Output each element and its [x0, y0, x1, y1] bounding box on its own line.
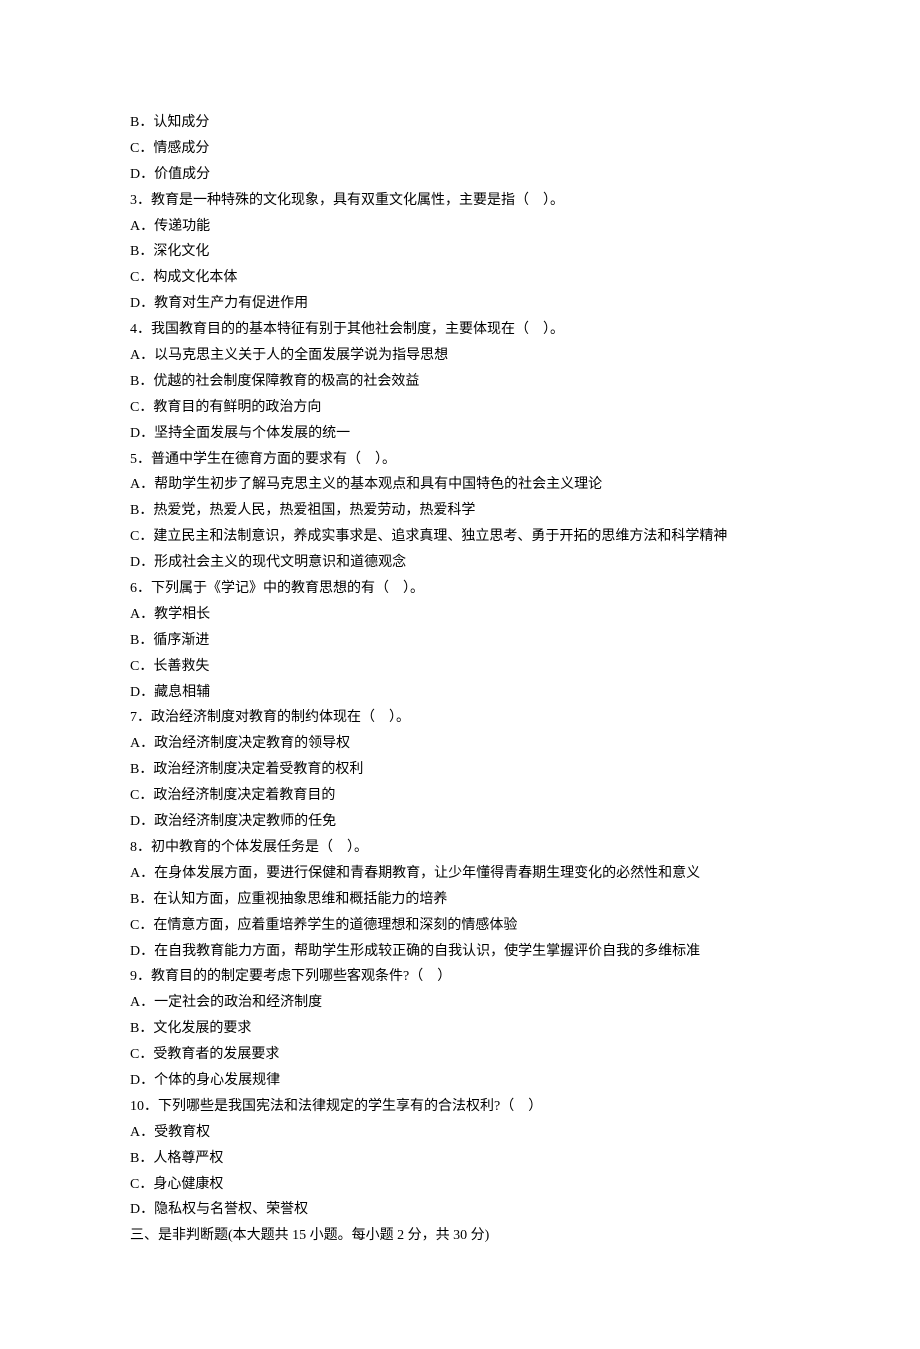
text-line: 10．下列哪些是我国宪法和法律规定的学生享有的合法权利?（ ） [130, 1094, 800, 1120]
text-line: 4．我国教育目的的基本特征有别于其他社会制度，主要体现在（ ）。 [130, 317, 800, 343]
text-line: B．循序渐进 [130, 628, 800, 654]
text-line: A．帮助学生初步了解马克思主义的基本观点和具有中国特色的社会主义理论 [130, 472, 800, 498]
text-line: A．以马克思主义关于人的全面发展学说为指导思想 [130, 343, 800, 369]
text-line: 7．政治经济制度对教育的制约体现在（ ）。 [130, 705, 800, 731]
text-line: B．热爱党，热爱人民，热爱祖国，热爱劳动，热爱科学 [130, 498, 800, 524]
text-line: A．在身体发展方面，要进行保健和青春期教育，让少年懂得青春期生理变化的必然性和意… [130, 861, 800, 887]
text-line: C．政治经济制度决定着教育目的 [130, 783, 800, 809]
text-line: C．身心健康权 [130, 1172, 800, 1198]
text-line: B．深化文化 [130, 239, 800, 265]
text-line: A．政治经济制度决定教育的领导权 [130, 731, 800, 757]
text-line: D．隐私权与名誉权、荣誉权 [130, 1197, 800, 1223]
text-line: D．个体的身心发展规律 [130, 1068, 800, 1094]
text-line: D．藏息相辅 [130, 680, 800, 706]
text-line: C．长善救失 [130, 654, 800, 680]
text-line: B．人格尊严权 [130, 1146, 800, 1172]
text-line: B．政治经济制度决定着受教育的权利 [130, 757, 800, 783]
text-line: A．一定社会的政治和经济制度 [130, 990, 800, 1016]
text-line: D．形成社会主义的现代文明意识和道德观念 [130, 550, 800, 576]
text-line: 3．教育是一种特殊的文化现象，具有双重文化属性，主要是指（ ）。 [130, 188, 800, 214]
text-line: C．情感成分 [130, 136, 800, 162]
text-line: C．教育目的有鲜明的政治方向 [130, 395, 800, 421]
text-line: D．政治经济制度决定教师的任免 [130, 809, 800, 835]
document-body: B．认知成分 C．情感成分 D．价值成分 3．教育是一种特殊的文化现象，具有双重… [130, 110, 800, 1249]
text-line: B．文化发展的要求 [130, 1016, 800, 1042]
text-line: C．受教育者的发展要求 [130, 1042, 800, 1068]
text-line: B．优越的社会制度保障教育的极高的社会效益 [130, 369, 800, 395]
text-line: 8．初中教育的个体发展任务是（ ）。 [130, 835, 800, 861]
text-line: D．在自我教育能力方面，帮助学生形成较正确的自我认识，使学生掌握评价自我的多维标… [130, 939, 800, 965]
text-line: A．教学相长 [130, 602, 800, 628]
text-line: A．受教育权 [130, 1120, 800, 1146]
text-line: C．在情意方面，应着重培养学生的道德理想和深刻的情感体验 [130, 913, 800, 939]
text-line: 9．教育目的的制定要考虑下列哪些客观条件?（ ） [130, 964, 800, 990]
text-line: 三、是非判断题(本大题共 15 小题。每小题 2 分，共 30 分) [130, 1223, 800, 1249]
text-line: D．价值成分 [130, 162, 800, 188]
text-line: A．传递功能 [130, 214, 800, 240]
text-line: B．在认知方面，应重视抽象思维和概括能力的培养 [130, 887, 800, 913]
text-line: C．建立民主和法制意识，养成实事求是、追求真理、独立思考、勇于开拓的思维方法和科… [130, 524, 800, 550]
text-line: D．教育对生产力有促进作用 [130, 291, 800, 317]
text-line: D．坚持全面发展与个体发展的统一 [130, 421, 800, 447]
text-line: C．构成文化本体 [130, 265, 800, 291]
text-line: B．认知成分 [130, 110, 800, 136]
text-line: 5．普通中学生在德育方面的要求有（ ）。 [130, 447, 800, 473]
text-line: 6．下列属于《学记》中的教育思想的有（ ）。 [130, 576, 800, 602]
